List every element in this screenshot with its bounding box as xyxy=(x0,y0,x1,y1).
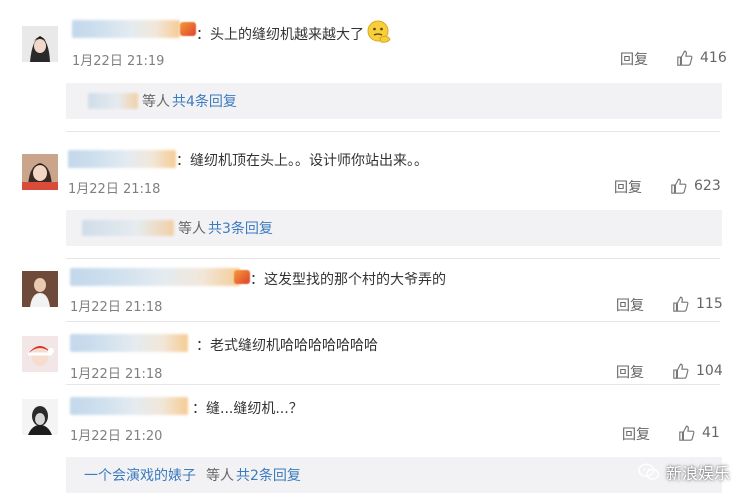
comment-time: 1月22日 21:18 xyxy=(70,300,163,315)
username-blurred[interactable] xyxy=(70,334,188,352)
username-blurred[interactable] xyxy=(70,397,188,415)
sina-ent-watermark: 新浪娱乐 xyxy=(638,460,730,484)
avatar[interactable] xyxy=(22,154,58,190)
verified-badge-icon xyxy=(180,22,196,36)
reply-button[interactable]: 回复 xyxy=(616,362,644,382)
comment-text-content: ：头上的缝纫机越来越大了 xyxy=(196,27,364,43)
wechat-icon xyxy=(638,463,660,480)
reply-button[interactable]: 回复 xyxy=(622,424,650,444)
like-button[interactable]: 623 xyxy=(670,177,721,195)
more-replies-etc: 等人 xyxy=(142,94,170,110)
like-button[interactable]: 41 xyxy=(678,424,720,442)
like-count: 623 xyxy=(694,178,721,194)
comment-text: ：头上的缝纫机越来越大了 xyxy=(196,20,392,48)
reply-user-blurred[interactable] xyxy=(88,93,138,109)
thumbs-up-icon xyxy=(673,363,689,379)
thumbs-up-icon xyxy=(671,178,687,194)
comment-time: 1月22日 21:20 xyxy=(70,429,163,444)
comment-item: ：缝纫机顶在头上。。设计师你站出来。。 1月22日 21:18 回复 623 等… xyxy=(0,132,740,257)
avatar[interactable] xyxy=(22,26,58,62)
thumbs-up-icon xyxy=(679,425,695,441)
like-button[interactable]: 416 xyxy=(676,49,727,67)
verified-badge-icon xyxy=(234,270,250,284)
comment-time: 1月22日 21:18 xyxy=(68,182,161,197)
more-replies-count[interactable]: 共2条回复 xyxy=(236,465,301,485)
more-replies-bar[interactable]: 等人 共3条回复 xyxy=(66,210,722,246)
thumbs-up-icon xyxy=(677,50,693,66)
more-replies-count[interactable]: 共4条回复 xyxy=(172,91,237,111)
more-replies-bar[interactable]: 等人 共4条回复 xyxy=(66,83,722,119)
like-count: 41 xyxy=(702,425,720,441)
avatar[interactable] xyxy=(22,399,58,435)
comment-text: ：老式缝纫机哈哈哈哈哈哈哈 xyxy=(196,338,378,354)
reply-button[interactable]: 回复 xyxy=(616,295,644,315)
reply-button[interactable]: 回复 xyxy=(620,49,648,69)
reply-user-blurred[interactable] xyxy=(82,220,174,236)
avatar[interactable] xyxy=(22,271,58,307)
reply-button[interactable]: 回复 xyxy=(614,177,642,197)
like-button[interactable]: 115 xyxy=(672,295,723,313)
more-replies-bar[interactable]: 一个会演戏的婊子 等人 共2条回复 xyxy=(66,457,722,493)
username-blurred[interactable] xyxy=(70,268,240,286)
like-count: 416 xyxy=(700,50,727,66)
like-button[interactable]: 104 xyxy=(672,362,723,380)
comment-item: ：头上的缝纫机越来越大了 1月22日 21:19 回复 416 等人 共4条回复 xyxy=(0,0,740,125)
more-replies-etc: 等人 xyxy=(206,468,234,484)
comment-time: 1月22日 21:18 xyxy=(70,367,163,382)
like-count: 104 xyxy=(696,363,723,379)
comment-text: ：这发型找的那个村的大爷弄的 xyxy=(250,272,446,288)
comment-item: ：这发型找的那个村的大爷弄的 1月22日 21:18 回复 115 xyxy=(0,259,740,319)
comment-time: 1月22日 21:19 xyxy=(72,54,165,69)
thinking-face-icon xyxy=(366,20,392,48)
more-replies-etc: 等人 xyxy=(178,221,206,237)
comment-text: ：缝...缝纫机...？ xyxy=(192,401,303,417)
username-blurred[interactable] xyxy=(72,20,180,38)
like-count: 115 xyxy=(696,296,723,312)
comment-item: ：老式缝纫机哈哈哈哈哈哈哈 1月22日 21:18 回复 104 xyxy=(0,322,740,382)
comment-text: ：缝纫机顶在头上。。设计师你站出来。。 xyxy=(176,153,428,169)
watermark-text: 新浪娱乐 xyxy=(665,464,730,483)
more-replies-count[interactable]: 共3条回复 xyxy=(208,218,273,238)
avatar[interactable] xyxy=(22,336,58,372)
reply-user-link[interactable]: 一个会演戏的婊子 xyxy=(84,465,196,485)
comment-item: ：缝...缝纫机...？ 1月22日 21:20 回复 41 一个会演戏的婊子 … xyxy=(0,385,740,500)
thumbs-up-icon xyxy=(673,296,689,312)
username-blurred[interactable] xyxy=(68,150,176,168)
